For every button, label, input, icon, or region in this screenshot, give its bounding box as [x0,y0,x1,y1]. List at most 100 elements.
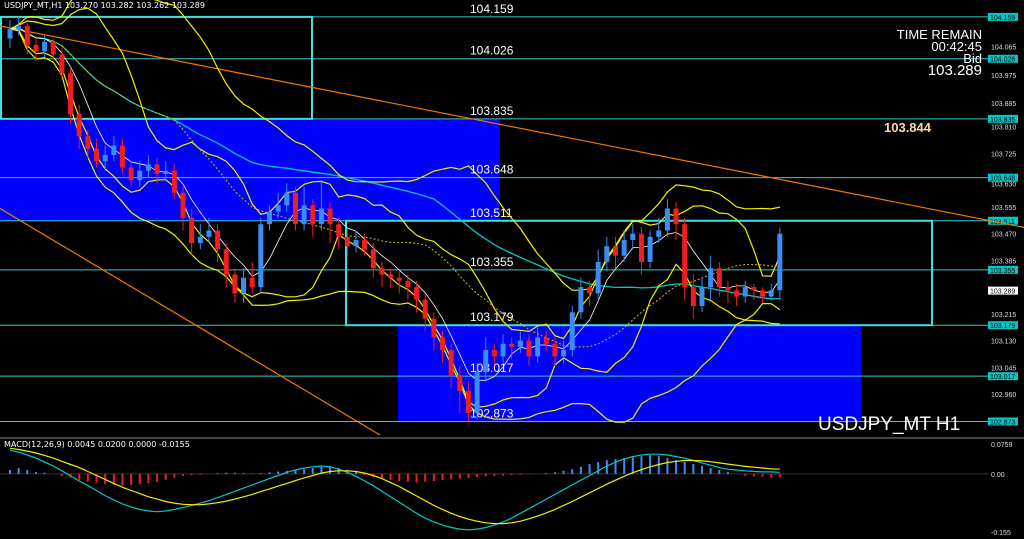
y-tick-label: 103.725 [991,151,1016,158]
macd-title: MACD(12,26,9) 0.0045 0.0200 0.0000 -0.01… [4,440,190,449]
candle-body [543,337,549,344]
candle-body [145,164,151,171]
candle-body [768,290,774,297]
candle-body [474,372,480,413]
candle-body [7,29,13,39]
candle-body [595,261,601,294]
candle-body [258,224,264,288]
candle-body [16,26,22,30]
macd-tick-label: 0.0759 [991,442,1013,449]
candle-body [362,239,368,250]
y-tick-label: 103.810 [991,125,1016,132]
candle-body [751,287,757,291]
y-tick-label: 103.630 [991,181,1016,188]
candle-body [267,211,272,225]
candle-body [284,192,290,206]
level-price-tag-text: 103.835 [990,117,1015,124]
macd-line [9,449,780,531]
candle-body [760,290,766,297]
candle-body [509,343,515,347]
candle-body [500,343,506,357]
candle-body [587,287,593,294]
y-tick-label: 103.045 [991,365,1016,372]
y-tick-label: 103.975 [991,73,1016,80]
candle-body [613,246,618,256]
candle-body [275,205,281,212]
candle-body [725,287,731,291]
candle-body [292,192,298,225]
candle-body [50,41,56,55]
candle-body [249,277,255,288]
candle-body [647,236,653,262]
price-chart: 104.159104.159104.026104.026103.835103.8… [0,0,1024,537]
candle-body [457,375,463,391]
candle-body [128,167,134,181]
candle-body [682,224,688,288]
zone-upper [0,118,500,221]
candle-body [405,280,411,288]
candle-body [630,233,636,240]
candle-body [742,287,748,297]
candle-body [318,208,324,225]
level-label: 104.159 [470,2,514,16]
candle-body [42,41,48,52]
candle-body [94,148,99,162]
y-tick-label: 103.385 [991,258,1016,265]
candle-body [336,224,342,237]
candle-body [379,268,385,275]
candle-body [163,170,169,174]
level-price-tag-text: 104.026 [990,57,1015,64]
y-tick-label: 103.885 [991,101,1016,108]
candle-body [690,287,696,307]
level-label: 103.835 [470,104,514,118]
level-price-tag-text: 103.355 [990,268,1015,275]
candle-body [310,205,316,225]
candle-body [197,236,203,244]
candle-body [656,230,662,237]
candle-body [414,287,420,300]
candle-body [327,208,333,225]
level-price-tag-text: 103.017 [990,374,1015,381]
candle-body [68,73,74,115]
candle-body [716,268,722,288]
candle-body [33,44,39,52]
candle-body [137,170,143,181]
candle-body [465,390,471,413]
candle-body [604,246,610,262]
candle-body [215,230,221,250]
candle-body [578,287,584,313]
candle-body [440,337,445,351]
candle-body [396,277,402,281]
candle-body [85,136,91,149]
candle-body [526,340,532,357]
level-price-tag-text: 102.873 [990,419,1015,426]
candle-body [301,205,307,225]
candle-body [241,277,247,294]
candle-body [223,249,229,275]
candle-body [422,299,428,319]
y-tick-label: 103.130 [991,339,1016,346]
candle-body [59,54,65,74]
macd-signal-line [9,447,780,525]
macd-tick-label: 0.00 [991,472,1005,479]
y-tick-label: 103.470 [991,232,1016,239]
current-price-tag-text: 103.289 [990,289,1015,296]
candle-body [111,145,117,156]
candle-body [448,350,454,376]
candle-body [708,268,714,288]
bid-value: 103.289 [927,62,982,79]
level-label: 103.511 [470,206,513,220]
candle-body [119,145,125,168]
candle-body [673,208,679,225]
candle-body [569,312,575,351]
candle-body [206,230,212,237]
candle-body [664,208,670,231]
candle-body [517,340,523,347]
candle-body [621,239,627,256]
candle-body [483,350,489,373]
chart-title: USDJPY_MT,H1 103.270 103.282 103.262 103… [4,1,205,10]
highlight-price: 103.844 [884,120,931,135]
candle-body [388,274,394,278]
candle-body [76,114,82,137]
macd-tick-label: -0.155 [991,530,1011,537]
